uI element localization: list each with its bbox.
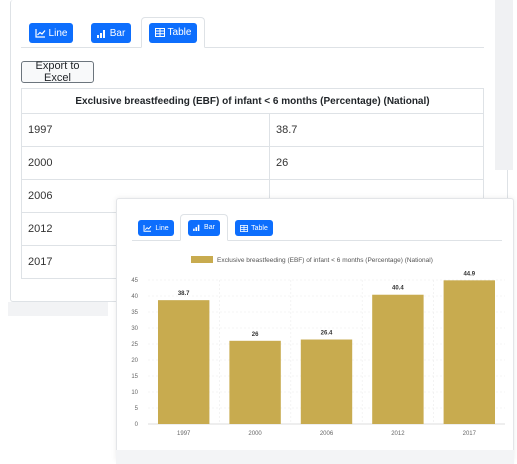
y-tick-label: 20 xyxy=(131,358,138,364)
bar xyxy=(157,300,210,424)
bar xyxy=(443,280,496,424)
y-tick-label: 15 xyxy=(131,374,138,380)
x-axis: 1997 2000 2006 2012 2017 xyxy=(177,431,477,437)
y-tick-label: 35 xyxy=(131,310,138,316)
legend-label: Exclusive breastfeeding (EBF) of infant … xyxy=(217,257,433,264)
x-tick-label: 1997 xyxy=(177,431,191,437)
bar-value-label: 44.9 xyxy=(463,271,475,277)
y-tick-label: 5 xyxy=(135,406,139,412)
bar-value-label: 38.7 xyxy=(178,291,190,297)
y-tick-label: 30 xyxy=(131,326,138,332)
bar xyxy=(300,339,353,424)
x-tick-label: 2000 xyxy=(248,431,262,437)
y-tick-label: 25 xyxy=(131,342,138,348)
bar-value-label: 26 xyxy=(252,332,259,338)
bar-value-label: 26.4 xyxy=(321,331,333,337)
bar xyxy=(372,294,424,424)
y-tick-label: 0 xyxy=(135,422,139,428)
bar xyxy=(229,340,281,424)
x-tick-label: 2006 xyxy=(320,431,334,437)
bar-value-label: 40.4 xyxy=(392,286,404,292)
x-tick-label: 2017 xyxy=(463,431,477,437)
bar-chart: Exclusive breastfeeding (EBF) of infant … xyxy=(131,256,505,437)
x-tick-label: 2012 xyxy=(391,431,405,437)
y-axis: 0 5 10 15 20 25 30 35 40 45 xyxy=(131,278,138,428)
y-tick-label: 10 xyxy=(131,390,138,396)
y-tick-label: 40 xyxy=(131,294,138,300)
y-tick-label: 45 xyxy=(131,278,138,284)
chart-bars: 38.7 26 26.4 40.4 44.9 xyxy=(157,271,496,424)
legend-swatch xyxy=(191,256,213,263)
chart-legend: Exclusive breastfeeding (EBF) of infant … xyxy=(191,256,433,264)
